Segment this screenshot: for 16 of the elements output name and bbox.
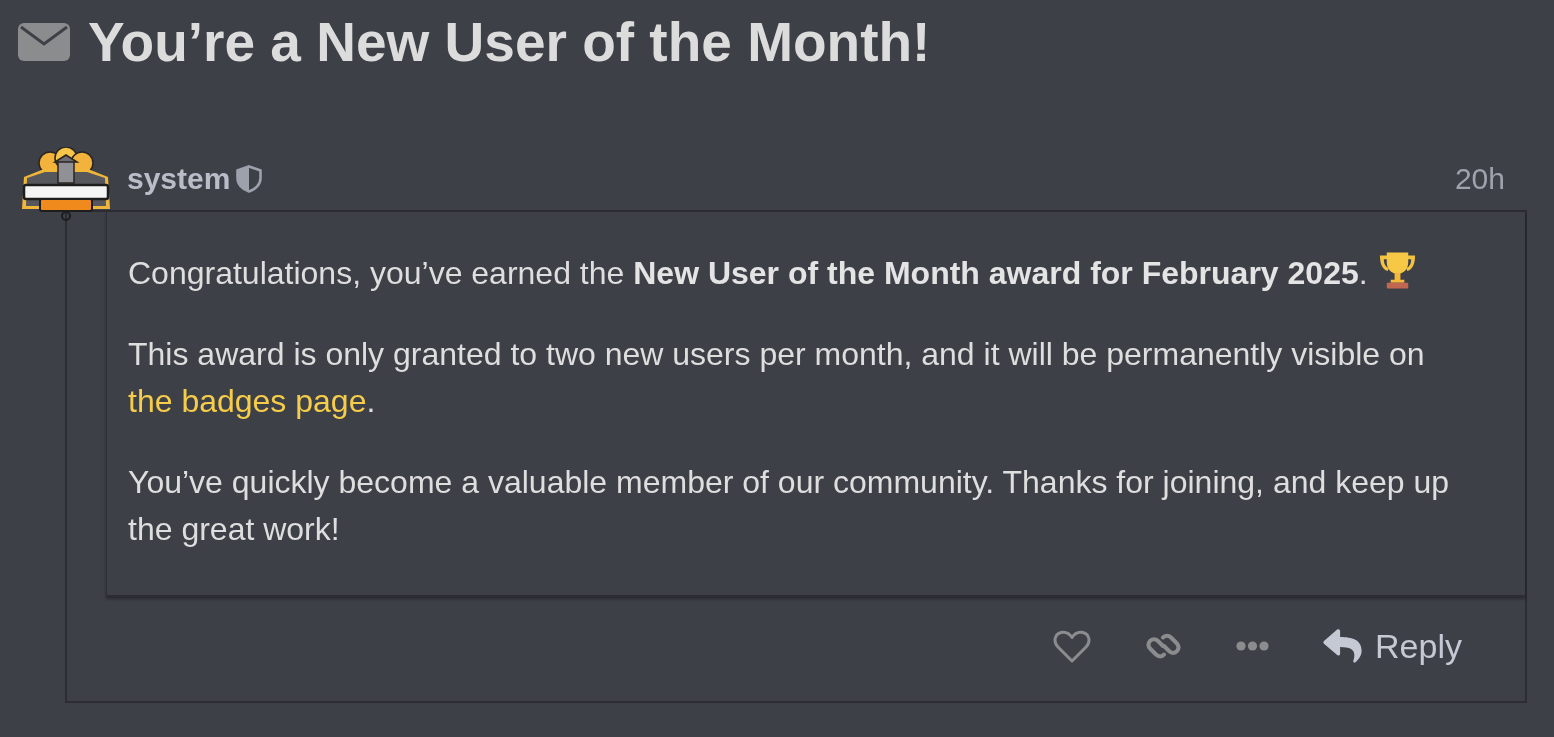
username-link[interactable]: system: [127, 160, 231, 197]
link-icon: [1145, 631, 1183, 661]
post-time: 20h: [1454, 160, 1505, 197]
ellipsis-icon: [1236, 641, 1270, 651]
avatar[interactable]: [20, 147, 112, 223]
topic-title: You’re a New User of the Month!: [88, 10, 931, 74]
trophy-icon: [1377, 250, 1417, 290]
reply-arrow-icon: [1323, 629, 1363, 663]
text-link[interactable]: the badges page: [128, 383, 367, 419]
paragraph-text: This award is only granted to two new users per month, and it will be permanently visible on the badges page.: [128, 336, 1425, 419]
shield-icon: [236, 164, 263, 193]
paragraph-text: Congratulations, you’ve earned the New User of the Month award for February 2025.: [128, 255, 1368, 291]
envelope-icon: [18, 23, 70, 61]
heart-icon: [1053, 629, 1092, 663]
reply-button[interactable]: Reply: [1310, 624, 1475, 668]
paragraph-text: You’ve quickly become a valuable member of our community. Thanks for joining, and keep up the great work!: [128, 464, 1450, 547]
